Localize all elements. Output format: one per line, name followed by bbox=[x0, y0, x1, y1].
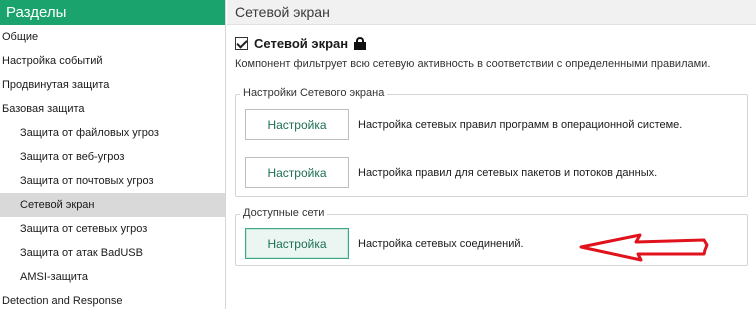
lock-icon[interactable] bbox=[354, 36, 367, 50]
sidebar: Разделы Общие Настройка событий Продвину… bbox=[0, 0, 226, 309]
sidebar-item-firewall[interactable]: Сетевой экран bbox=[0, 193, 225, 217]
sidebar-item-web-threat-protection[interactable]: Защита от веб-угроз bbox=[0, 145, 225, 169]
firewall-label: Сетевой экран bbox=[254, 35, 349, 51]
main-panel: Сетевой экран Сетевой экран Компонент фи… bbox=[227, 0, 756, 309]
component-description: Компонент фильтрует всю сетевую активнос… bbox=[235, 58, 711, 70]
firewall-settings-group: Настройки Сетевого экрана Настройка Наст… bbox=[235, 87, 748, 197]
settings-row: Настройка Настройка правил для сетевых п… bbox=[245, 157, 657, 188]
group-legend: Настройки Сетевого экрана bbox=[240, 87, 388, 99]
packet-rules-settings-button[interactable]: Настройка bbox=[245, 157, 349, 188]
sidebar-item-amsi-protection[interactable]: AMSI-защита bbox=[0, 265, 225, 289]
app-rules-description: Настройка сетевых правил программ в опер… bbox=[358, 118, 683, 131]
group-legend: Доступные сети bbox=[240, 207, 328, 219]
sidebar-item-general[interactable]: Общие bbox=[0, 25, 225, 49]
firewall-toggle-row: Сетевой экран bbox=[235, 35, 367, 51]
sidebar-item-badusb-protection[interactable]: Защита от атак BadUSB bbox=[0, 241, 225, 265]
settings-row: Настройка Настройка сетевых соединений. bbox=[245, 228, 524, 259]
app-rules-settings-button[interactable]: Настройка bbox=[245, 109, 349, 140]
page-title: Сетевой экран bbox=[227, 0, 756, 25]
annotation-arrow-icon bbox=[579, 233, 709, 262]
packet-rules-description: Настройка правил для сетевых пакетов и п… bbox=[358, 166, 658, 179]
settings-row: Настройка Настройка сетевых правил прогр… bbox=[245, 109, 682, 140]
sidebar-item-network-threat-protection[interactable]: Защита от сетевых угроз bbox=[0, 217, 225, 241]
sidebar-item-basic-protection[interactable]: Базовая защита bbox=[0, 97, 225, 121]
sidebar-title: Разделы bbox=[0, 0, 225, 25]
sidebar-item-file-threat-protection[interactable]: Защита от файловых угроз bbox=[0, 121, 225, 145]
network-connections-description: Настройка сетевых соединений. bbox=[358, 237, 524, 250]
sidebar-item-event-settings[interactable]: Настройка событий bbox=[0, 49, 225, 73]
sidebar-item-detection-and-response[interactable]: Detection and Response bbox=[0, 289, 225, 309]
sidebar-item-mail-threat-protection[interactable]: Защита от почтовых угроз bbox=[0, 169, 225, 193]
network-connections-settings-button[interactable]: Настройка bbox=[245, 228, 349, 259]
firewall-enable-checkbox[interactable] bbox=[235, 36, 248, 50]
sidebar-item-advanced-protection[interactable]: Продвинутая защита bbox=[0, 73, 225, 97]
